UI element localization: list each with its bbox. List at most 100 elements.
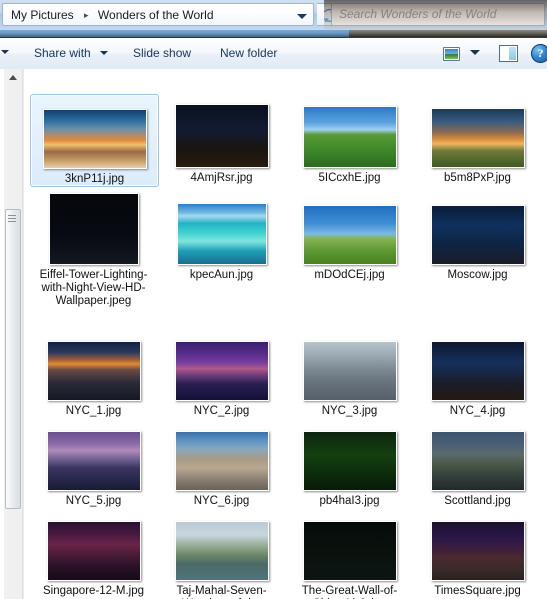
file-thumbnail-nyc-daylight <box>302 341 397 401</box>
file-thumbnail-wrapper <box>414 327 541 401</box>
file-thumbnail-wrapper <box>414 191 541 265</box>
file-item[interactable]: NYC_6.jpg <box>158 417 285 508</box>
thumbnail-image <box>175 342 268 400</box>
breadcrumb-item-my-pictures[interactable]: My Pictures <box>10 7 75 24</box>
file-item[interactable]: kpecAun.jpg <box>158 191 285 282</box>
thumbnail-image <box>431 206 524 264</box>
toolbar-item-slide-show[interactable]: Slide show <box>128 44 196 63</box>
file-item[interactable]: NYC_5.jpg <box>30 417 157 508</box>
change-view-caret-icon[interactable] <box>470 50 480 55</box>
aero-glass-band-dark <box>349 30 547 37</box>
file-item[interactable]: 5ICcxhE.jpg <box>286 94 413 185</box>
file-item[interactable]: 3knP11j.jpg <box>30 94 159 187</box>
file-thumbnail-wrapper <box>30 417 157 491</box>
file-item[interactable]: Taj-Mahal-Seven-Wonders-of-the <box>158 507 285 599</box>
file-item[interactable]: NYC_4.jpg <box>414 327 541 418</box>
file-item[interactable]: NYC_3.jpg <box>286 327 413 418</box>
explorer-window: My Pictures ▸ Wonders of the World Searc… <box>0 0 547 599</box>
toolbar-item-share-with-label: Share with <box>34 46 91 60</box>
file-thumbnail-tropical-lagoon <box>176 203 267 265</box>
file-thumbnail-green-rose <box>302 431 397 491</box>
thumbnail-image <box>431 522 524 580</box>
thumbnail-image <box>175 432 268 490</box>
help-icon[interactable]: ? <box>531 44 547 63</box>
thumbnail-image <box>175 105 268 167</box>
file-thumbnail-wrapper <box>158 327 285 401</box>
search-placeholder: Search Wonders of the World <box>339 7 497 21</box>
file-name-label: 5ICcxhE.jpg <box>318 172 381 184</box>
chevron-down-icon <box>100 51 109 55</box>
file-item[interactable]: Moscow.jpg <box>414 191 541 282</box>
thumbnail-image <box>47 432 140 490</box>
thumbnail-image <box>431 342 524 400</box>
file-thumbnail-beach-sunset <box>42 109 147 169</box>
file-item[interactable]: TimesSquare.jpg <box>414 507 541 598</box>
file-thumbnail-singapore-night <box>46 521 141 581</box>
file-name-label: 4AmjRsr.jpg <box>190 172 253 184</box>
file-thumbnail-moscow-city <box>430 205 525 265</box>
thumbnail-image <box>303 206 396 264</box>
file-thumbnail-nyc-dusk <box>46 341 141 401</box>
file-thumbnail-wrapper <box>30 191 157 265</box>
file-thumbnail-wrapper <box>286 417 413 491</box>
file-item[interactable]: NYC_2.jpg <box>158 327 285 418</box>
file-item[interactable]: Singapore-12-M.jpg <box>30 507 157 598</box>
change-view-icon[interactable] <box>443 47 460 61</box>
chevron-down-icon[interactable] <box>297 11 308 22</box>
file-thumbnail-wrapper <box>158 417 285 491</box>
thumbnail-grid: 3knP11j.jpg 4AmjRsr.jpg 5ICcxhE.jpg b5m8PxP… <box>24 69 547 599</box>
file-thumbnail-wrapper <box>158 94 285 168</box>
file-thumbnail-field-sunset <box>430 108 525 168</box>
help-icon-label: ? <box>537 46 544 60</box>
aero-glass-band <box>0 30 547 37</box>
file-thumbnail-wrapper <box>286 327 413 401</box>
file-name-label: The-Great-Wall-of-China-Lighting <box>301 585 398 599</box>
file-item[interactable]: 4AmjRsr.jpg <box>158 94 285 185</box>
preview-pane-icon[interactable] <box>499 45 518 62</box>
scroll-up-arrow-icon[interactable] <box>4 69 22 86</box>
file-item[interactable]: The-Great-Wall-of-China-Lighting <box>286 507 413 599</box>
file-thumbnail-wrapper <box>414 94 541 168</box>
breadcrumb: My Pictures ▸ Wonders of the World <box>10 7 215 24</box>
thumbnail-image <box>431 109 524 167</box>
file-thumbnail-nyc-violet-skyline <box>46 431 141 491</box>
file-name-label: mDOdCEj.jpg <box>314 269 385 281</box>
thumbnail-image <box>47 522 140 580</box>
file-name-label: 3knP11j.jpg <box>64 173 125 185</box>
command-toolbar: Share with Slide show New folder ? <box>0 38 547 70</box>
file-thumbnail-wrapper <box>31 95 158 169</box>
file-item[interactable]: NYC_1.jpg <box>30 327 157 418</box>
thumbnail-image <box>303 342 396 400</box>
file-thumbnail-nyc-street <box>174 431 269 491</box>
toolbar-item-share-with[interactable]: Share with <box>29 44 113 63</box>
vertical-scrollbar[interactable] <box>4 69 23 599</box>
file-thumbnail-nyc-purple-skyline <box>174 341 269 401</box>
thumbnail-image <box>177 204 266 264</box>
file-thumbnail-wrapper <box>286 507 413 581</box>
file-thumbnail-wrapper <box>30 327 157 401</box>
file-item[interactable]: mDOdCEj.jpg <box>286 191 413 282</box>
file-name-label: b5m8PxP.jpg <box>444 172 511 184</box>
file-thumbnail-wrapper <box>414 507 541 581</box>
thumbnail-image <box>303 107 396 167</box>
file-thumbnail-wrapper <box>158 191 285 265</box>
search-input[interactable]: Search Wonders of the World <box>331 3 545 26</box>
file-name-label: kpecAun.jpg <box>189 269 254 281</box>
file-item[interactable]: pb4haI3.jpg <box>286 417 413 508</box>
toolbar-overflow-caret-icon[interactable] <box>1 50 9 54</box>
file-thumbnail-wrapper <box>414 417 541 491</box>
thumbnail-image <box>303 432 396 490</box>
file-item[interactable]: b5m8PxP.jpg <box>414 94 541 185</box>
file-thumbnail-eiffel-night <box>48 193 139 265</box>
scrollbar-thumb[interactable] <box>5 209 21 509</box>
breadcrumb-item-wonders-of-the-world[interactable]: Wonders of the World <box>97 7 215 24</box>
file-thumbnail-green-field <box>302 106 397 168</box>
address-field[interactable]: My Pictures ▸ Wonders of the World <box>2 3 314 26</box>
address-bar: My Pictures ▸ Wonders of the World Searc… <box>0 0 547 30</box>
thumbnail-image <box>47 342 140 400</box>
file-thumbnail-wrapper <box>158 507 285 581</box>
toolbar-item-new-folder[interactable]: New folder <box>215 44 282 63</box>
file-item[interactable]: Eiffel-Tower-Lighting-with-Night-View-HD… <box>30 191 157 308</box>
file-item[interactable]: Scottland.jpg <box>414 417 541 508</box>
file-thumbnail-wrapper <box>30 507 157 581</box>
